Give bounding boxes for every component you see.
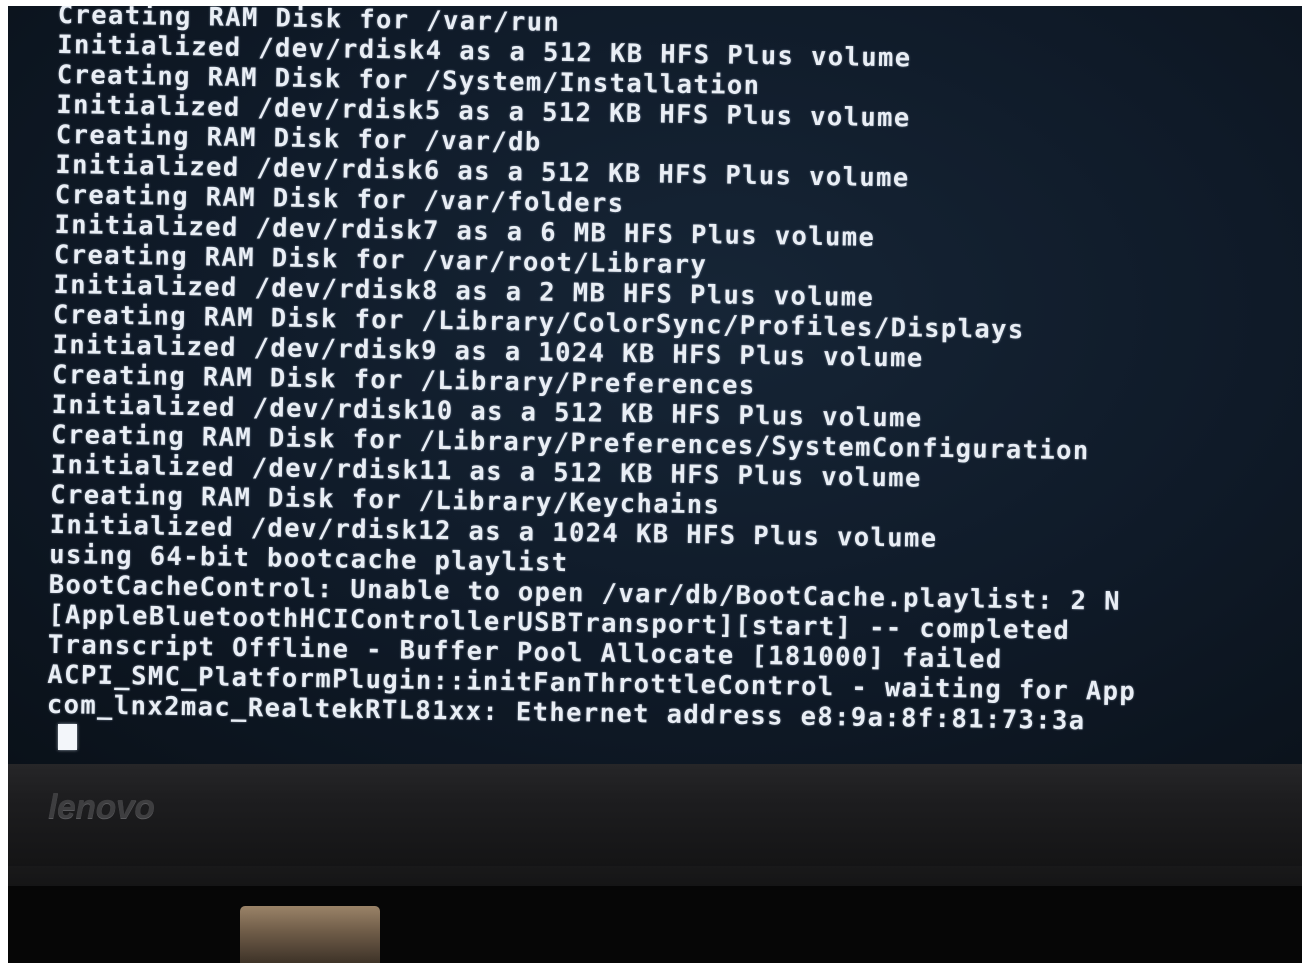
- verbose-boot-log: Creating RAM Disk for /var/run Initializ…: [47, 6, 1147, 737]
- monitor-screen: Creating RAM Disk for /var/run Initializ…: [8, 6, 1302, 766]
- hinge: [240, 906, 380, 963]
- lenovo-logo: lenovo: [48, 788, 155, 826]
- photo: Creating RAM Disk for /var/run Initializ…: [8, 6, 1302, 963]
- text-cursor: [58, 724, 77, 750]
- laptop-base: [8, 886, 1302, 963]
